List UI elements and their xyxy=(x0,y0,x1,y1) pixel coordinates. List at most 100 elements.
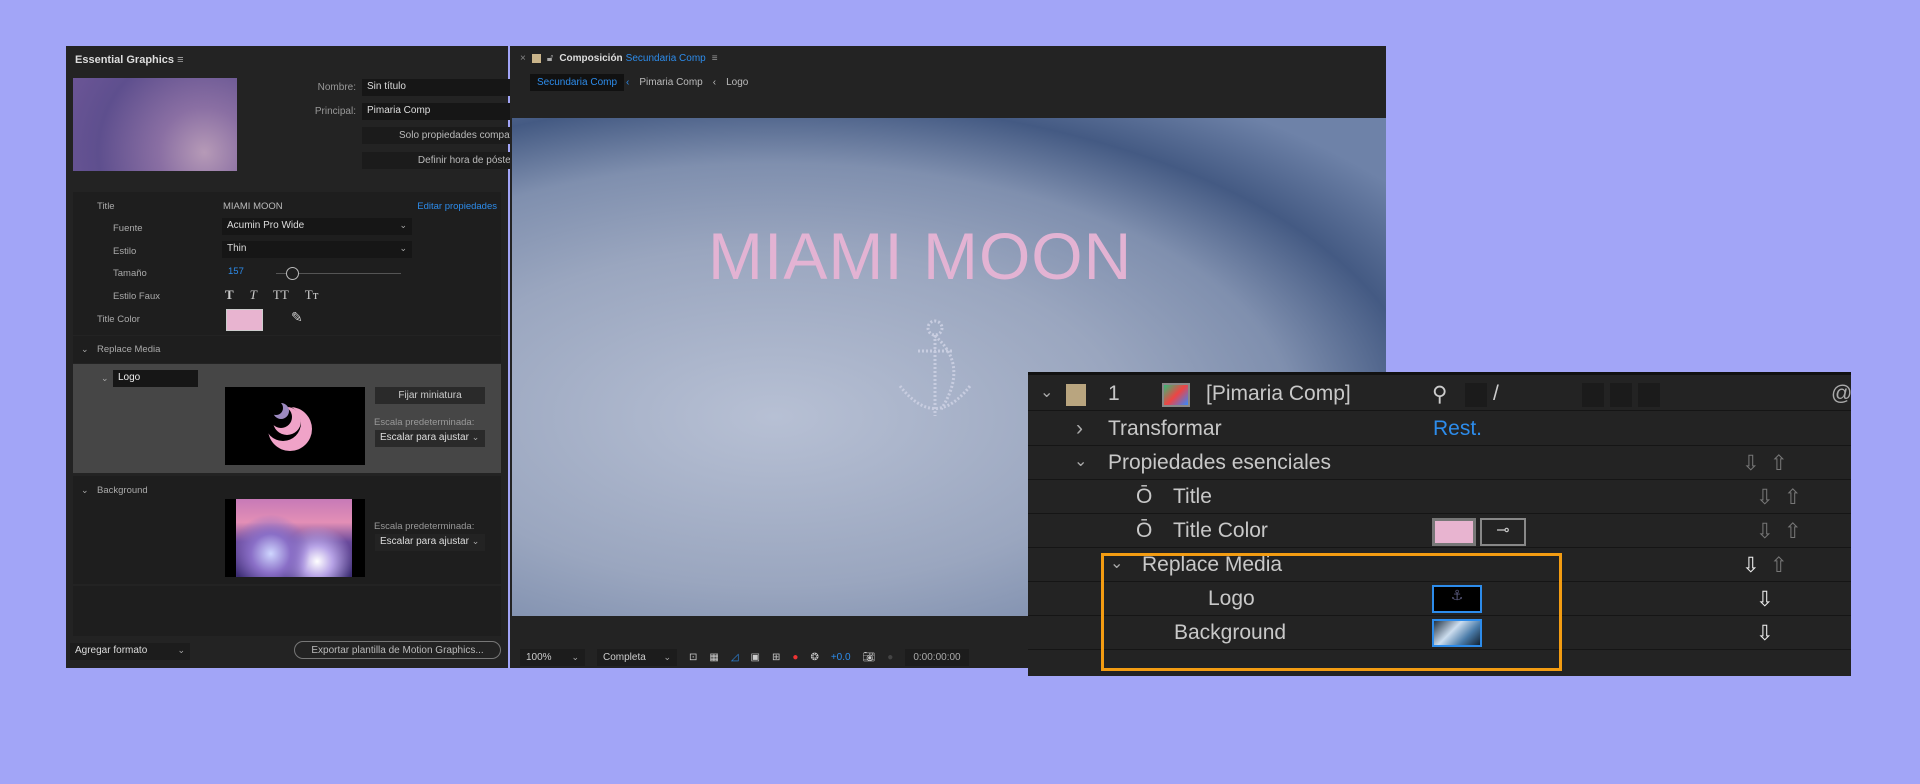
faux-smallcaps-button[interactable]: Tт xyxy=(305,287,319,303)
export-icon[interactable]: ⇧ xyxy=(1770,451,1788,476)
region-of-interest-icon[interactable]: ▣ xyxy=(751,652,760,663)
moon-logo-icon xyxy=(265,401,312,451)
faux-allcaps-button[interactable]: TT xyxy=(273,287,289,303)
logo-media-group: ⌄ Logo Fijar miniatura Escala predetermi… xyxy=(73,364,501,473)
hamburger-icon[interactable]: ≡ xyxy=(712,53,718,64)
stopwatch-icon[interactable]: Ō xyxy=(1136,485,1152,509)
background-thumbnail xyxy=(225,499,365,577)
chevron-down-icon: ⌄ xyxy=(399,243,407,253)
size-slider-handle[interactable] xyxy=(286,267,299,280)
logo-thumbnail xyxy=(225,387,365,465)
export-mogrt-button[interactable]: Exportar plantilla de Motion Graphics... xyxy=(294,641,501,659)
composition-tab-name[interactable]: Secundaria Comp xyxy=(626,53,706,64)
faux-label: Estilo Faux xyxy=(113,291,160,302)
principal-label: Principal: xyxy=(314,106,356,117)
essential-properties-row[interactable]: ⌄ Propiedades esenciales ⇩ ⇧ xyxy=(1028,446,1851,480)
import-icon[interactable]: ⇩ xyxy=(1742,553,1760,578)
motion-blur-switch[interactable] xyxy=(1610,383,1632,407)
title-color-row[interactable]: Ō Title Color ⊸ ⇩ ⇧ xyxy=(1028,514,1851,548)
edit-properties-link[interactable]: Editar propiedades xyxy=(417,201,497,212)
viewer-title-text: MIAMI MOON xyxy=(708,219,1133,293)
breadcrumb-pimaria[interactable]: Pimaria Comp xyxy=(639,77,702,88)
empty-area xyxy=(73,586,501,636)
style-select[interactable]: Thin ⌄ xyxy=(222,241,412,258)
title-color-swatch[interactable] xyxy=(226,309,263,331)
zoom-select[interactable]: 100% ⌄ xyxy=(520,648,585,666)
timeline-layer-panel: ⌄ 1 [Pimaria Comp] ⚲ / @ › Transformar R… xyxy=(1028,372,1852,676)
background-media-group: ⌄ Background Escala predeterminada: Esca… xyxy=(73,476,501,584)
default-scale-select[interactable]: Escalar para ajustar ⌄ xyxy=(375,430,485,447)
set-thumbnail-button[interactable]: Fijar miniatura xyxy=(375,387,485,404)
background-label: Background xyxy=(97,485,148,496)
spiral-icon[interactable]: @ xyxy=(1831,382,1852,406)
export-icon[interactable]: ⇧ xyxy=(1770,553,1788,578)
title-label: Title xyxy=(97,201,115,212)
chevron-down-icon[interactable]: ⌄ xyxy=(1040,382,1053,402)
export-icon[interactable]: ⇧ xyxy=(1784,519,1802,544)
font-select[interactable]: Acumin Pro Wide ⌄ xyxy=(222,218,412,235)
import-icon[interactable]: ⇩ xyxy=(1756,485,1774,510)
effects-switch[interactable] xyxy=(1582,383,1604,407)
chevron-down-icon[interactable]: ⌄ xyxy=(1074,451,1087,471)
essential-properties-label: Propiedades esenciales xyxy=(1108,451,1331,474)
stopwatch-icon[interactable]: Ō xyxy=(1136,519,1152,543)
faux-bold-button[interactable]: T xyxy=(225,287,234,303)
show-snapshot-icon[interactable]: ● xyxy=(887,652,893,663)
collapse-switch[interactable] xyxy=(1465,383,1487,407)
color-channels-icon[interactable]: ● xyxy=(792,652,798,663)
import-icon[interactable]: ⇩ xyxy=(1756,621,1774,646)
replace-media-header[interactable]: ⌄ Replace Media xyxy=(73,336,501,363)
mask-path-icon[interactable]: ◿ xyxy=(731,652,739,663)
logo-name-input[interactable]: Logo xyxy=(113,370,198,387)
title-value[interactable]: MIAMI MOON xyxy=(223,201,283,212)
eyedropper-icon[interactable]: ⊸ xyxy=(1480,518,1526,546)
title-property-group: Title MIAMI MOON Editar propiedades Fuen… xyxy=(73,192,501,335)
breadcrumb-logo[interactable]: Logo xyxy=(726,77,748,88)
snapshot-icon[interactable]: 📷︎ xyxy=(863,652,876,663)
transparency-grid-icon[interactable]: ▦ xyxy=(709,652,718,663)
chevron-right-icon[interactable]: › xyxy=(1076,417,1083,441)
label-color-swatch[interactable] xyxy=(1066,384,1086,406)
title-row[interactable]: Ō Title ⇩ ⇧ xyxy=(1028,480,1851,514)
color-management-icon[interactable]: ❂ xyxy=(810,652,818,663)
guides-icon[interactable]: ⊞ xyxy=(772,652,780,663)
adjustment-switch[interactable] xyxy=(1638,383,1660,407)
fast-previews-icon[interactable]: ⊡ xyxy=(689,652,697,663)
hamburger-icon[interactable]: ≡ xyxy=(177,54,183,66)
shy-icon[interactable]: ⚲ xyxy=(1432,382,1447,407)
layer-row[interactable]: ⌄ 1 [Pimaria Comp] ⚲ / @ xyxy=(1028,377,1852,411)
add-format-select[interactable]: Agregar formato ⌄ xyxy=(70,643,190,660)
quality-switch[interactable]: / xyxy=(1493,382,1499,406)
close-icon[interactable]: × xyxy=(520,53,526,64)
eyedropper-icon[interactable]: ✎ xyxy=(291,309,303,326)
chevron-down-icon[interactable]: ⌄ xyxy=(81,485,89,496)
comp-layer-icon xyxy=(1162,383,1190,407)
import-icon[interactable]: ⇩ xyxy=(1756,519,1774,544)
timecode[interactable]: 0:00:00:00 xyxy=(905,648,969,666)
chevron-down-icon[interactable]: ⌄ xyxy=(101,373,109,384)
estilo-label: Estilo xyxy=(113,246,137,257)
add-format-value: Agregar formato xyxy=(75,645,148,656)
reset-link[interactable]: Rest. xyxy=(1433,417,1482,441)
chevron-down-icon[interactable]: ⌄ xyxy=(81,344,89,355)
layer-name[interactable]: [Pimaria Comp] xyxy=(1206,382,1351,406)
composition-tab-prefix[interactable]: Composición xyxy=(559,53,622,64)
import-icon[interactable]: ⇩ xyxy=(1756,587,1774,612)
default-scale-label: Escala predeterminada: xyxy=(374,521,475,532)
chevron-down-icon: ⌄ xyxy=(471,432,480,442)
lock-icon[interactable]: 🔓︎ xyxy=(547,53,553,64)
exposure-value[interactable]: +0.0 xyxy=(831,652,851,663)
breadcrumb-secundaria[interactable]: Secundaria Comp xyxy=(530,74,625,91)
zoom-value: 100% xyxy=(526,651,552,663)
size-value[interactable]: 157 xyxy=(228,266,244,277)
export-icon[interactable]: ⇧ xyxy=(1784,485,1802,510)
title-color-swatch[interactable] xyxy=(1432,518,1476,546)
scale-value: Escalar para ajustar xyxy=(380,536,469,547)
default-scale-select[interactable]: Escalar para ajustar ⌄ xyxy=(375,534,485,551)
faux-italic-button[interactable]: T xyxy=(250,287,257,303)
transform-row[interactable]: › Transformar Rest. xyxy=(1028,412,1851,446)
title-color-property-label: Title Color xyxy=(1173,519,1268,542)
import-icon[interactable]: ⇩ xyxy=(1742,451,1760,476)
chevron-down-icon: ⌄ xyxy=(399,220,407,230)
resolution-select[interactable]: Completa ⌄ xyxy=(597,648,677,666)
